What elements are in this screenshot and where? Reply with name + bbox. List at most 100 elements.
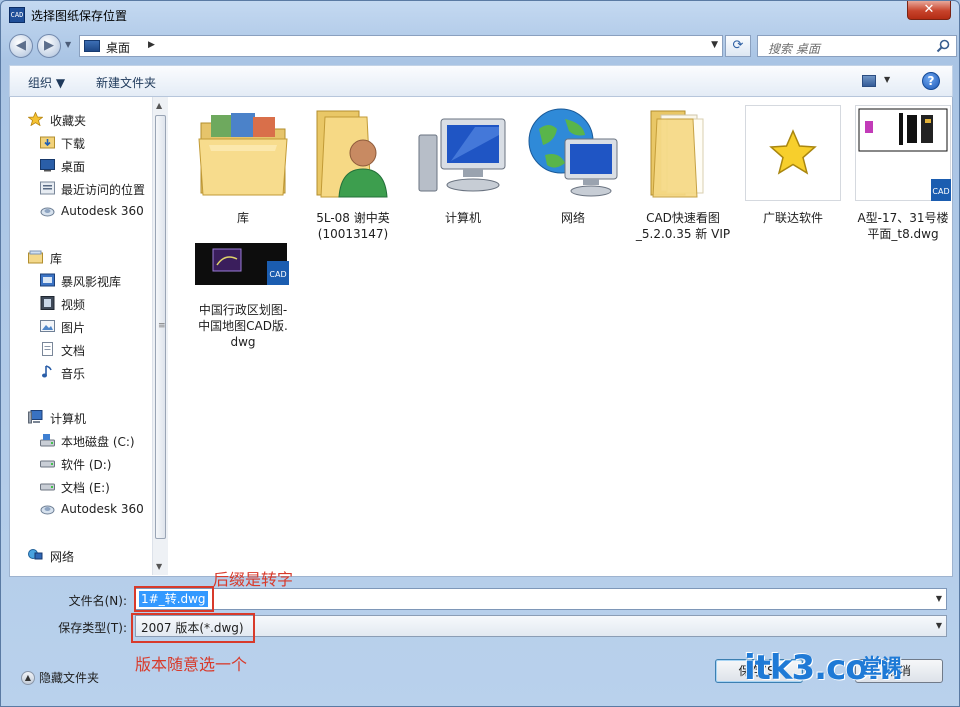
sidebar-favorites[interactable]: 收藏夹	[10, 109, 152, 129]
sidebar-item-drive-d[interactable]: 软件 (D:)	[10, 453, 152, 473]
window-title: 选择图纸保存位置	[31, 9, 128, 23]
music-note-icon	[42, 365, 52, 378]
collapse-arrow-icon: ▲	[21, 670, 35, 685]
file-label: 5L-08 谢中英 (10013147)	[316, 211, 390, 241]
site-watermark: itk3.com 堂课	[744, 648, 954, 704]
filename-dropdown-icon[interactable]: ▼	[936, 594, 942, 603]
sidebar-item-pictures[interactable]: 图片	[10, 316, 152, 336]
file-item-network[interactable]: 网络	[518, 105, 628, 226]
scroll-up-arrow-icon[interactable]: ▲	[156, 101, 162, 110]
file-label: 中国行政区划图- 中国地图CAD版. dwg	[198, 303, 288, 349]
file-item-dwg-china-map[interactable]: CAD 中国行政区划图- 中国地图CAD版. dwg	[188, 237, 298, 350]
breadcrumb-arrow-icon[interactable]: ▶	[148, 40, 155, 50]
file-label: CAD快速看图 _5.2.0.35 新 VIP	[635, 211, 731, 241]
cad-badge-icon: CAD	[269, 270, 286, 279]
sidebar-item-desktop[interactable]: 桌面	[10, 155, 152, 175]
filename-label: 文件名(N):	[68, 594, 127, 608]
sidebar-item-baofeng-library[interactable]: 暴风影视库	[10, 270, 152, 290]
scrollbar-thumb[interactable]: ≡	[155, 115, 166, 539]
folder-icon	[650, 110, 704, 198]
refresh-icon: ⟳	[732, 38, 744, 53]
save-dialog-window: CAD 选择图纸保存位置 ✕ ◀ ▶ ▼ 桌面 ▶ ▼ ⟳ 搜索 桌面 组织 ▼…	[0, 0, 960, 707]
file-item-dwg-floorplan[interactable]: CAD A型-17、31号楼 平面_t8.dwg	[848, 105, 958, 242]
help-icon[interactable]: ?	[922, 72, 940, 90]
navigation-row: ◀ ▶ ▼ 桌面 ▶ ▼ ⟳ 搜索 桌面	[9, 33, 957, 59]
sidebar-computer[interactable]: 计算机	[10, 407, 152, 427]
title-bar: CAD 选择图纸保存位置 ✕	[1, 1, 959, 29]
view-options-icon[interactable]	[862, 75, 876, 87]
sidebar-item-label: 下载	[61, 137, 86, 151]
search-icon[interactable]	[936, 39, 950, 53]
sidebar-item-label: 软件 (D:)	[61, 458, 112, 472]
sidebar-network[interactable]: 网络	[10, 545, 152, 565]
annotation-highlight-filename	[134, 586, 214, 612]
hide-folders-toggle[interactable]: ▲ 隐藏文件夹	[21, 669, 99, 686]
filetype-select[interactable]: 2007 版本(*.dwg) ▼	[135, 615, 947, 637]
sidebar-item-music[interactable]: 音乐	[10, 362, 152, 382]
cad-badge-icon: CAD	[932, 187, 949, 196]
forward-arrow-icon: ▶	[44, 38, 54, 53]
hide-folders-label: 隐藏文件夹	[39, 671, 100, 685]
navigation-scrollbar[interactable]: ▲ ≡ ▼	[152, 97, 168, 575]
sidebar-favorites-label: 收藏夹	[50, 114, 87, 128]
sidebar-item-label: 文档 (E:)	[61, 481, 110, 495]
sidebar-network-label: 网络	[50, 550, 75, 564]
file-item-cad-viewer-folder[interactable]: CAD快速看图 _5.2.0.35 新 VIP	[628, 105, 738, 242]
file-label: 库	[236, 211, 249, 225]
back-arrow-icon: ◀	[16, 38, 26, 53]
grip-icon: ≡	[158, 321, 166, 331]
new-folder-button[interactable]: 新建文件夹	[96, 74, 156, 91]
sidebar-libraries-label: 库	[50, 252, 63, 266]
star-shortcut-icon	[745, 105, 841, 201]
user-folder-icon	[316, 110, 388, 198]
refresh-button[interactable]: ⟳	[725, 35, 751, 57]
view-dropdown-icon[interactable]: ▼	[884, 75, 890, 84]
sidebar-item-label: 音乐	[61, 367, 86, 381]
downloads-folder-icon	[40, 136, 55, 149]
sidebar-item-recent-places[interactable]: 最近访问的位置	[10, 178, 152, 198]
search-input[interactable]: 搜索 桌面	[757, 35, 957, 57]
system-drive-icon	[40, 434, 55, 447]
address-dropdown-icon[interactable]: ▼	[711, 40, 718, 50]
drive-icon	[40, 483, 55, 491]
close-button[interactable]: ✕	[907, 1, 951, 20]
file-item-libraries[interactable]: 库	[188, 105, 298, 226]
navigation-pane: 收藏夹 下载 桌面 最近访问的位置 Autodesk 360 库 暴风影视库 视…	[10, 97, 152, 575]
sidebar-item-videos[interactable]: 视频	[10, 293, 152, 313]
recent-pages-dropdown-icon[interactable]: ▼	[65, 40, 71, 49]
library-icon	[28, 250, 43, 264]
address-location[interactable]: 桌面	[106, 39, 130, 56]
watermark-side-text: 堂课	[862, 654, 902, 678]
sidebar-item-documents[interactable]: 文档	[10, 339, 152, 359]
sidebar-computer-label: 计算机	[50, 412, 87, 426]
sidebar-item-drive-c[interactable]: 本地磁盘 (C:)	[10, 430, 152, 450]
sidebar-libraries[interactable]: 库	[10, 247, 152, 267]
filename-field[interactable]: 1#_转.dwg ▼	[135, 588, 947, 610]
dwg-drawing-thumbnail: CAD	[855, 105, 951, 201]
library-folder-icon	[198, 113, 288, 196]
recent-places-icon	[40, 181, 55, 195]
command-toolbar: 组织 ▼ 新建文件夹 ▼ ?	[9, 65, 953, 97]
forward-button[interactable]: ▶	[37, 34, 61, 58]
filetype-label: 保存类型(T):	[58, 621, 127, 635]
sidebar-item-autodesk360-fav[interactable]: Autodesk 360	[10, 201, 152, 221]
annotation-highlight-filetype	[131, 613, 255, 643]
cad-app-icon: CAD	[9, 7, 25, 23]
cloud-icon	[40, 207, 55, 217]
dwg-drawing-thumbnail: CAD	[195, 243, 289, 285]
annotation-version-note: 版本随意选一个	[135, 655, 248, 674]
file-item-computer[interactable]: 计算机	[408, 105, 518, 226]
sidebar-item-autodesk360[interactable]: Autodesk 360	[10, 499, 152, 519]
drive-icon	[40, 460, 55, 468]
desktop-icon	[40, 159, 55, 172]
organize-menu-button[interactable]: 组织 ▼	[28, 74, 65, 91]
file-item-glodon-shortcut[interactable]: 广联达软件	[738, 105, 848, 226]
filetype-dropdown-icon[interactable]: ▼	[936, 621, 942, 630]
sidebar-item-drive-e[interactable]: 文档 (E:)	[10, 476, 152, 496]
file-item-user-folder[interactable]: 5L-08 谢中英 (10013147)	[298, 105, 408, 242]
scroll-down-arrow-icon[interactable]: ▼	[156, 562, 162, 571]
sidebar-item-downloads[interactable]: 下载	[10, 132, 152, 152]
address-bar[interactable]: 桌面 ▶ ▼	[79, 35, 723, 57]
back-button[interactable]: ◀	[9, 34, 33, 58]
picture-icon	[40, 320, 55, 332]
